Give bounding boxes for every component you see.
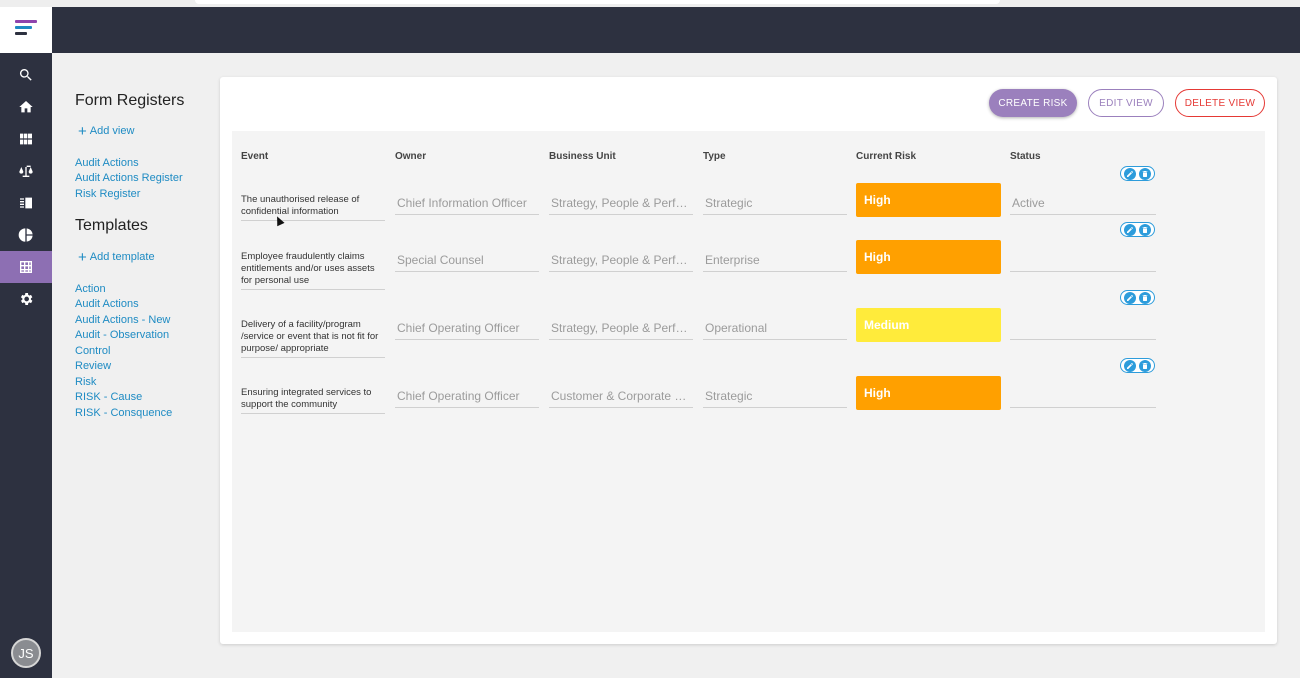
nav-apps[interactable]: [0, 123, 52, 155]
logo-bar-2: [15, 26, 32, 29]
table-cell-owner[interactable]: Special Counsel: [395, 250, 539, 272]
template-link[interactable]: RISK - Cause: [75, 391, 142, 403]
risk-level-badge: High: [856, 376, 1001, 410]
trash-icon[interactable]: [1138, 291, 1151, 304]
edit-view-button[interactable]: EDIT VIEW: [1088, 89, 1164, 117]
table-cell-type[interactable]: Strategic: [703, 386, 847, 408]
plus-icon: +: [78, 122, 87, 140]
template-link[interactable]: Review: [75, 360, 111, 372]
nav-search[interactable]: [0, 59, 52, 91]
create-risk-button[interactable]: CREATE RISK: [989, 89, 1077, 117]
pie-chart-icon: [18, 228, 33, 242]
risk-table: Event Owner Business Unit Type Current R…: [232, 131, 1265, 632]
browser-top-strip: [0, 0, 1300, 7]
app-logo[interactable]: [0, 7, 52, 53]
logo-bar-3: [15, 32, 27, 35]
column-header-owner: Owner: [395, 151, 427, 162]
avatar-initials: JS: [18, 645, 34, 661]
balance-icon: [19, 165, 33, 177]
table-cell-status[interactable]: [1010, 386, 1156, 408]
delete-view-button[interactable]: DELETE VIEW: [1175, 89, 1265, 117]
table-cell-status[interactable]: Active: [1010, 193, 1156, 215]
register-link[interactable]: Risk Register: [75, 188, 140, 200]
avatar[interactable]: JS: [11, 638, 41, 668]
nav-compliance[interactable]: [0, 155, 52, 187]
nav-home[interactable]: [0, 91, 52, 123]
top-bar: [52, 7, 1300, 53]
search-icon: [19, 69, 32, 81]
form-registers-title: Form Registers: [75, 92, 185, 109]
column-header-status: Status: [1010, 151, 1041, 162]
edit-icon[interactable]: [1124, 223, 1137, 236]
add-template-label: Add template: [89, 251, 155, 263]
table-cell-owner[interactable]: Chief Information Officer: [395, 193, 539, 215]
sidebar: JS: [0, 7, 52, 678]
trash-icon[interactable]: [1138, 359, 1151, 372]
nav-documents[interactable]: [0, 187, 52, 219]
trash-icon[interactable]: [1138, 167, 1151, 180]
column-header-current-risk: Current Risk: [856, 151, 917, 162]
document-icon: [20, 197, 32, 209]
left-panel: Form Registers + Add view Audit Actions A…: [52, 53, 220, 653]
template-link[interactable]: Audit Actions - New: [75, 314, 170, 326]
trash-icon[interactable]: [1138, 223, 1151, 236]
edit-icon[interactable]: [1124, 291, 1137, 304]
row-actions: [1120, 166, 1155, 181]
table-cell-owner[interactable]: Chief Operating Officer: [395, 386, 539, 408]
templates-title: Templates: [75, 217, 148, 234]
row-actions: [1120, 222, 1155, 237]
table-cell-type[interactable]: Operational: [703, 318, 847, 340]
table-cell-status[interactable]: [1010, 318, 1156, 340]
table-cell-business-unit[interactable]: Customer & Corporate Services: [549, 386, 693, 408]
column-header-event: Event: [241, 151, 269, 162]
table-cell-business-unit[interactable]: Strategy, People & Performance: [549, 318, 693, 340]
template-link[interactable]: Action: [75, 283, 106, 295]
table-cell-event[interactable]: Delivery of a facility/program /service …: [241, 319, 385, 358]
table-cell-status[interactable]: [1010, 250, 1156, 272]
table-icon: [20, 261, 32, 273]
table-cell-owner[interactable]: Chief Operating Officer: [395, 318, 539, 340]
browser-url-bar[interactable]: [195, 0, 1000, 4]
register-link[interactable]: Audit Actions Register: [75, 172, 183, 184]
nav-settings[interactable]: [0, 283, 52, 315]
template-link[interactable]: Risk: [75, 376, 96, 388]
row-actions: [1120, 290, 1155, 305]
row-actions: [1120, 358, 1155, 373]
register-card: CREATE RISK EDIT VIEW DELETE VIEW Event …: [220, 77, 1277, 644]
plus-icon: +: [78, 248, 87, 266]
nav-registers[interactable]: [0, 251, 52, 283]
template-link[interactable]: Control: [75, 345, 110, 357]
add-view-link[interactable]: + Add view: [78, 122, 135, 140]
table-cell-event[interactable]: The unauthorised release of confidential…: [241, 194, 385, 221]
table-cell-event[interactable]: Ensuring integrated services to support …: [241, 387, 385, 414]
register-link[interactable]: Audit Actions: [75, 157, 139, 169]
nav-reports[interactable]: [0, 219, 52, 251]
column-header-type: Type: [703, 151, 726, 162]
add-template-link[interactable]: + Add template: [78, 248, 155, 266]
edit-icon[interactable]: [1124, 359, 1137, 372]
home-icon: [19, 101, 33, 113]
template-link[interactable]: Audit Actions: [75, 298, 139, 310]
template-link[interactable]: RISK - Consquence: [75, 407, 172, 419]
table-cell-type[interactable]: Enterprise: [703, 250, 847, 272]
table-cell-business-unit[interactable]: Strategy, People & Performance: [549, 250, 693, 272]
gear-icon: [20, 293, 33, 305]
edit-icon[interactable]: [1124, 167, 1137, 180]
risk-level-badge: Medium: [856, 308, 1001, 342]
template-link[interactable]: Audit - Observation: [75, 329, 169, 341]
table-cell-event[interactable]: Employee fraudulently claims entitlement…: [241, 251, 385, 290]
logo-bar-1: [15, 20, 37, 23]
table-cell-type[interactable]: Strategic: [703, 193, 847, 215]
risk-level-badge: High: [856, 240, 1001, 274]
column-header-business-unit: Business Unit: [549, 151, 616, 162]
add-view-label: Add view: [89, 125, 135, 137]
table-cell-business-unit[interactable]: Strategy, People & Performance: [549, 193, 693, 215]
risk-level-badge: High: [856, 183, 1001, 217]
apps-icon: [20, 133, 32, 145]
